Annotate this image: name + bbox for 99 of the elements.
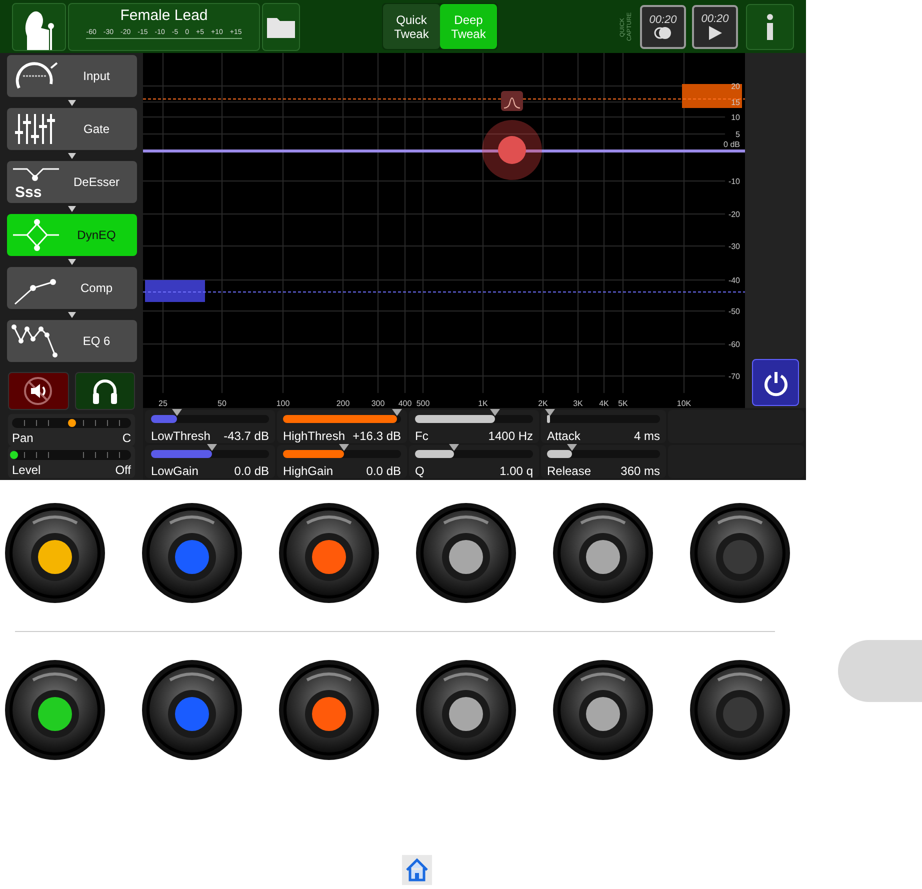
param-label: Fc (415, 429, 428, 443)
play-icon (707, 24, 723, 40)
param-label: Attack (547, 429, 580, 443)
y-axis-label: 15 (731, 98, 740, 107)
x-axis-label: 200 (336, 399, 350, 408)
x-axis-label: 500 (416, 399, 430, 408)
x-axis-label: 25 (158, 399, 168, 408)
high-threshold-band (682, 84, 742, 108)
param-panel[interactable]: Release 360 ms (541, 445, 666, 478)
x-axis-label: 50 (218, 399, 226, 408)
param-value: 360 ms (620, 464, 660, 478)
param-value: 4 ms (634, 429, 660, 443)
slider-label: Pan (12, 430, 34, 446)
param-value: 1400 Hz (488, 429, 533, 443)
y-axis-label: 5 (736, 130, 740, 139)
param-panel[interactable]: Attack 4 ms (541, 410, 666, 443)
slider-thumb[interactable] (68, 419, 76, 427)
y-axis-label: 20 (731, 82, 740, 91)
home-icon[interactable] (402, 855, 432, 885)
x-axis-label: 5K (618, 399, 628, 408)
capture-button[interactable]: 00:20 (640, 4, 686, 48)
y-axis-label: -50 (728, 307, 740, 316)
diamond-curve-icon (10, 217, 60, 253)
x-axis-label: 10K (676, 399, 692, 408)
param-panel[interactable]: Q 1.00 q (409, 445, 539, 478)
param-value: 0.0 dB (366, 464, 401, 478)
param-label: HighGain (283, 464, 334, 478)
singer-icon-button[interactable] (12, 2, 66, 50)
param-value: +16.3 dB (352, 429, 401, 443)
sss-label: Sss (14, 184, 42, 200)
loop-record-icon (654, 26, 672, 40)
param-panel[interactable]: LowThresh -43.7 dB (145, 410, 275, 443)
x-axis-label: 400 (398, 399, 412, 408)
y-axis-label: -70 (728, 372, 740, 381)
param-label: Release (547, 464, 592, 478)
x-axis-label: 1K (478, 399, 488, 408)
pointer-icon (545, 409, 556, 416)
y-axis-label: -20 (728, 210, 740, 219)
param-label: LowGain (151, 464, 198, 478)
preset-name: Female Lead (120, 6, 208, 24)
filter-shape-icon (501, 91, 523, 111)
pointer-icon (566, 444, 577, 451)
x-axis-label: 2K (538, 399, 548, 408)
info-button[interactable] (746, 4, 794, 50)
param-label: Q (415, 464, 424, 478)
x-axis-label: 100 (276, 399, 290, 408)
pointer-icon (172, 409, 182, 416)
mute-button[interactable] (8, 372, 68, 410)
headphones-button[interactable] (74, 372, 135, 410)
pointer-icon (448, 444, 459, 451)
y-axis-label: 10 (731, 113, 740, 122)
effect-block[interactable]: DynEQ (6, 214, 136, 256)
tweak-tab[interactable]: Quick Tweak (383, 4, 440, 49)
down-arrow-icon (68, 150, 76, 161)
effect-block[interactable]: Input (6, 55, 136, 97)
slider-track[interactable] (12, 450, 131, 460)
slider-track[interactable] (12, 418, 131, 428)
y-axis-label: -30 (728, 242, 740, 251)
down-arrow-icon (68, 97, 76, 108)
x-axis-label: 3K (573, 399, 583, 408)
slider-thumb[interactable] (10, 451, 18, 459)
pointer-icon (392, 409, 402, 416)
speaker-muted-icon (23, 376, 54, 406)
y-axis-label: -60 (728, 340, 740, 349)
info-icon (765, 14, 775, 40)
effect-block[interactable]: Gate (6, 108, 136, 150)
param-value: -43.7 dB (224, 429, 269, 443)
down-arrow-icon (68, 309, 76, 320)
y-axis-label: -40 (728, 276, 740, 285)
slider-value: Off (115, 462, 131, 478)
notch-curve-icon (12, 168, 58, 181)
power-button[interactable] (752, 359, 799, 406)
param-value: 0.0 dB (234, 464, 269, 478)
pointer-icon (339, 444, 350, 451)
effect-block[interactable]: Sss DeEsser (6, 161, 136, 203)
param-value: 1.00 q (500, 464, 533, 478)
param-label: LowThresh (151, 429, 210, 443)
capture-button[interactable]: 00:20 (692, 4, 738, 48)
param-panel[interactable]: LowGain 0.0 dB (145, 445, 275, 478)
x-axis-label: 300 (371, 399, 385, 408)
pointer-icon (207, 444, 218, 451)
y-axis-label: 0 dB (724, 140, 740, 149)
effect-block[interactable]: Comp (6, 267, 136, 309)
param-panel[interactable]: HighGain 0.0 dB (277, 445, 407, 478)
low-threshold-band (145, 280, 205, 302)
down-arrow-icon (68, 256, 76, 267)
folder-button[interactable] (262, 2, 300, 50)
down-arrow-icon (68, 203, 76, 214)
band-node[interactable] (482, 120, 542, 180)
eq-curve-icon (10, 323, 60, 359)
param-label: HighThresh (283, 429, 346, 443)
param-panel[interactable]: HighThresh +16.3 dB (277, 410, 407, 443)
y-axis-label: -10 (728, 177, 740, 186)
pointer-icon (490, 409, 500, 416)
effect-block[interactable]: EQ 6 (6, 320, 136, 362)
slider-label: Level (12, 462, 41, 478)
x-axis-label: 4K (599, 399, 609, 408)
slider-value: C (122, 430, 131, 446)
param-panel[interactable]: Fc 1400 Hz (409, 410, 539, 443)
